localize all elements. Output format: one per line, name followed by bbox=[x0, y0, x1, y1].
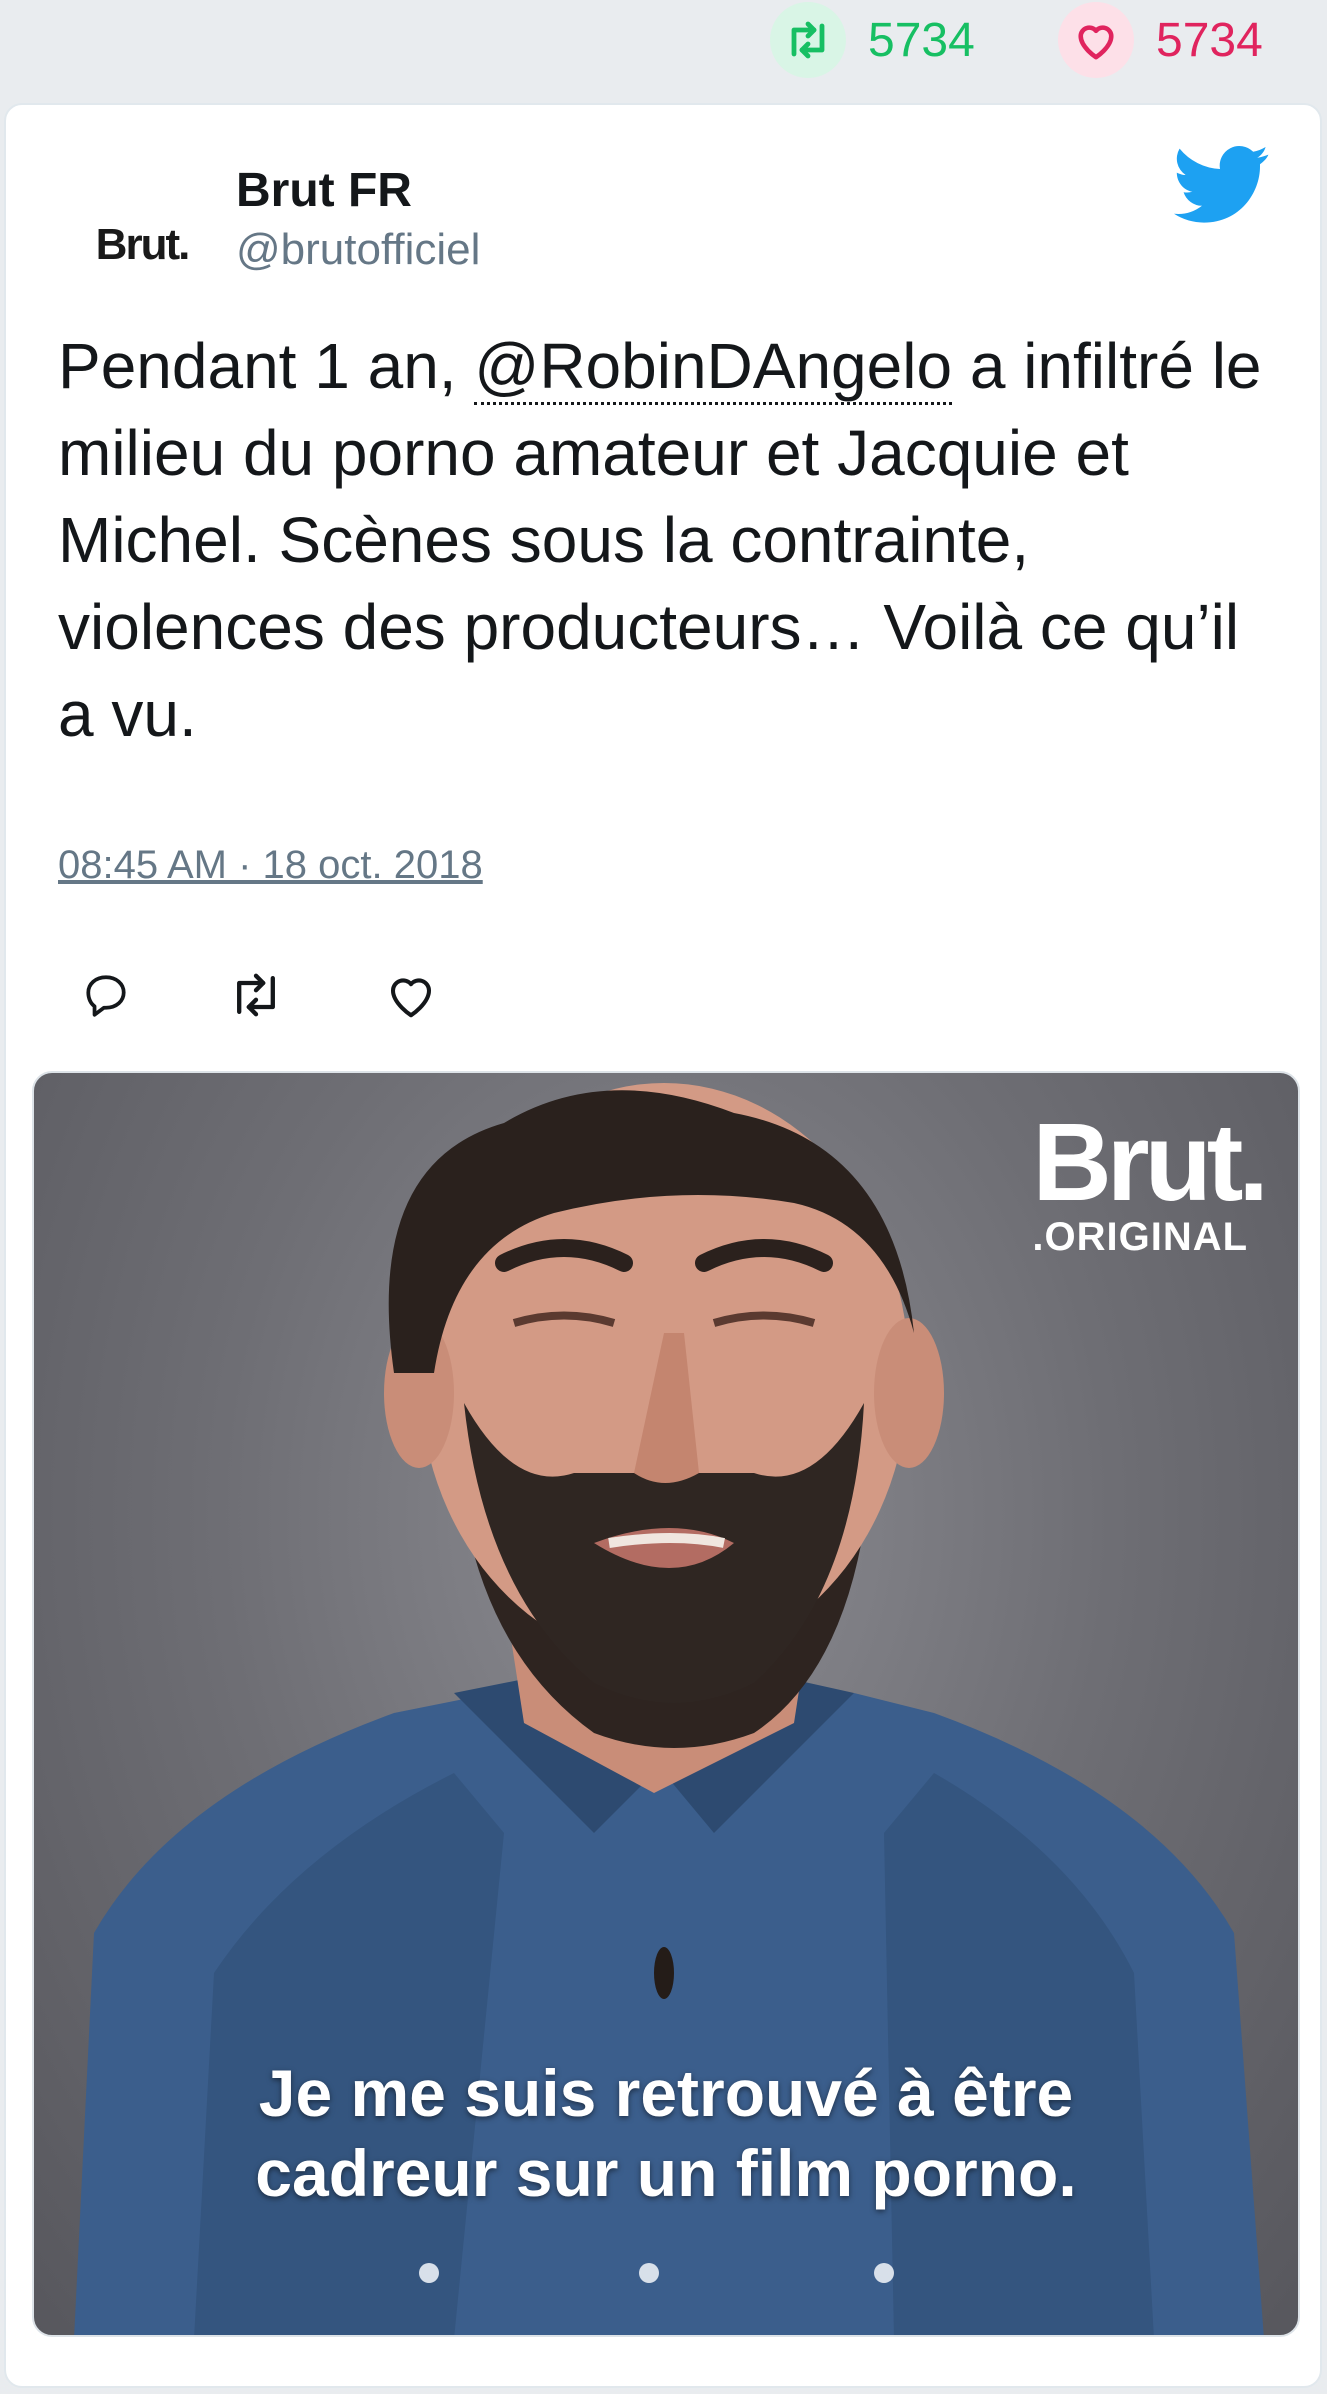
logo-word: Brut. bbox=[1032, 1101, 1269, 1224]
engagement-bar: 5734 5734 bbox=[0, 0, 1327, 100]
reply-icon[interactable] bbox=[66, 955, 146, 1035]
avatar-text: Brut. bbox=[95, 220, 191, 269]
retweet-action-icon[interactable] bbox=[216, 955, 296, 1035]
timestamp-link[interactable]: 08:45 AM · 18 oct. 2018 bbox=[58, 843, 483, 888]
retweet-count[interactable]: 5734 bbox=[770, 2, 975, 78]
like-count-value: 5734 bbox=[1156, 13, 1263, 67]
twitter-bird-icon[interactable] bbox=[1174, 145, 1270, 230]
heart-icon bbox=[1058, 2, 1134, 78]
author-handle[interactable]: @brutofficiel bbox=[236, 225, 480, 275]
video-caption: Je me suis retrouvé à être cadreur sur u… bbox=[34, 2053, 1298, 2213]
caption-line-1: Je me suis retrouvé à être bbox=[258, 2056, 1074, 2130]
logo-sub: .ORIGINAL bbox=[1032, 1215, 1249, 1259]
tweet-text-before: Pendant 1 an, bbox=[58, 330, 475, 402]
caption-line-2: cadreur sur un film porno. bbox=[255, 2136, 1077, 2210]
tweet-text: Pendant 1 an, @RobinDAngelo a infiltré l… bbox=[58, 323, 1278, 758]
author-name[interactable]: Brut FR bbox=[236, 163, 412, 218]
mention-link[interactable]: @RobinDAngelo bbox=[474, 330, 953, 405]
tweet-card: Brut. Brut FR @brutofficiel Pendant 1 an… bbox=[4, 103, 1322, 2388]
retweet-icon bbox=[770, 2, 846, 78]
retweet-count-value: 5734 bbox=[868, 13, 975, 67]
like-action-icon[interactable] bbox=[371, 955, 451, 1035]
avatar[interactable]: Brut. bbox=[62, 165, 222, 325]
video-media[interactable]: Brut. .ORIGINAL Je me suis retrouvé à êt… bbox=[32, 1071, 1300, 2337]
brut-original-logo: Brut. .ORIGINAL bbox=[1032, 1101, 1269, 1260]
like-count[interactable]: 5734 bbox=[1058, 2, 1263, 78]
